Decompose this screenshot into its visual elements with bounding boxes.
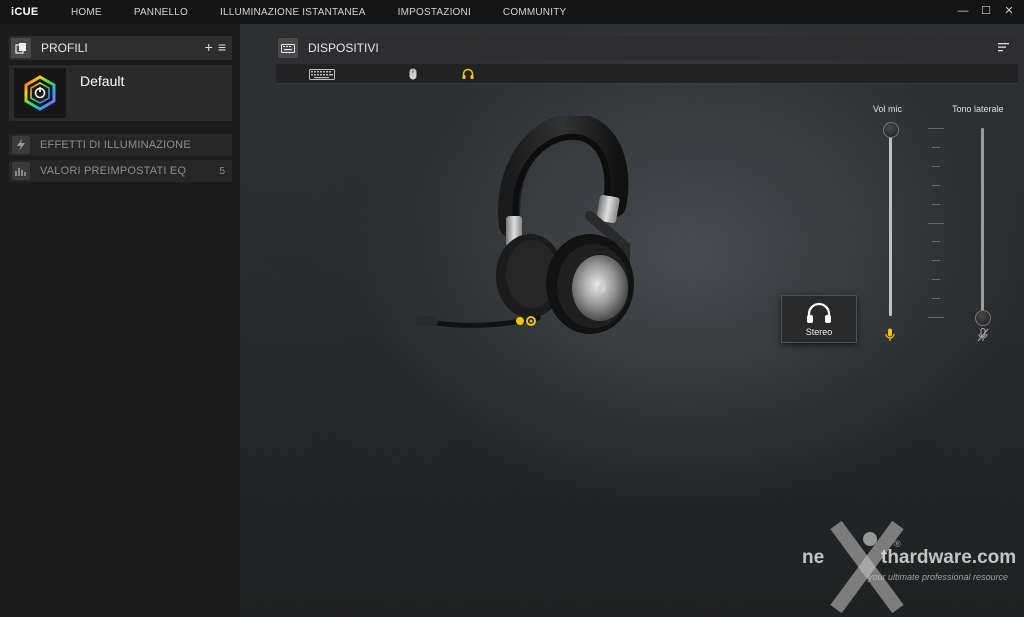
keyboard-header-icon	[278, 38, 298, 58]
scale-tick	[932, 298, 940, 300]
maximize-button[interactable]: ☐	[979, 3, 993, 19]
sidebar: PROFILI + ≡ Default EFFETTI DI ILLUMINAZ…	[0, 24, 240, 617]
mouse-icon[interactable]	[407, 66, 419, 82]
nav-community[interactable]: COMMUNITY	[503, 7, 566, 18]
devices-menu-icon[interactable]	[998, 40, 1010, 55]
sidebar-item-lighting-effects[interactable]: EFFETTI DI ILLUMINAZIONE	[9, 134, 232, 156]
watermark-brand-right: thardware.com	[881, 547, 1017, 568]
sidetone-track[interactable]	[981, 128, 984, 320]
sidetone-knob[interactable]	[975, 310, 991, 326]
minimize-button[interactable]: —	[956, 3, 970, 19]
headset-icon[interactable]	[461, 66, 475, 82]
eq-presets-count: 5	[219, 165, 225, 177]
scale-tick	[928, 222, 944, 224]
vol-mic-label: Vol mic	[873, 104, 903, 114]
app-logo: iCUE	[11, 6, 39, 18]
vol-mic-knob[interactable]	[883, 122, 899, 138]
watermark: ne thardware.com your ultimate professio…	[774, 517, 1024, 617]
watermark-tagline: your ultimate professional resource	[868, 572, 1009, 582]
vol-mic-track[interactable]	[889, 132, 892, 316]
sidebar-item-label: EFFETTI DI ILLUMINAZIONE	[40, 139, 191, 151]
nav-impostazioni[interactable]: IMPOSTAZIONI	[398, 7, 471, 18]
profiles-menu-button[interactable]: ≡	[218, 39, 226, 55]
scale-tick	[932, 260, 940, 262]
devices-header: DISPOSITIVI	[276, 36, 1018, 60]
mode-label: Stereo	[805, 327, 833, 337]
nav-illuminazione-istantanea[interactable]: ILLUMINAZIONE ISTANTANEA	[220, 7, 366, 18]
close-button[interactable]: ✕	[1002, 3, 1016, 19]
scale-tick	[932, 184, 940, 186]
scale-tick	[932, 203, 940, 205]
profiles-header: PROFILI + ≡	[9, 36, 232, 60]
scale-tick	[932, 241, 940, 243]
profile-name: Default	[80, 73, 125, 89]
nav-home[interactable]: HOME	[71, 7, 102, 18]
profiles-icon	[11, 38, 31, 58]
keyboard-icon[interactable]	[308, 66, 336, 82]
sidetone-mic-icon	[977, 328, 989, 347]
title-bar: iCUE HOME PANNELLO ILLUMINAZIONE ISTANTA…	[0, 0, 1024, 24]
scale-tick	[932, 279, 940, 281]
watermark-brand-left: ne	[802, 547, 825, 568]
headset-image	[410, 113, 650, 336]
stereo-mode-button[interactable]: Stereo	[781, 295, 857, 343]
window-controls: — ☐ ✕	[956, 3, 1016, 19]
lightning-icon	[12, 136, 30, 154]
microphone-icon	[885, 328, 895, 347]
equalizer-icon	[12, 162, 30, 180]
headphones-icon	[807, 302, 831, 323]
scale-tick	[928, 317, 944, 318]
scale-tick	[932, 165, 940, 167]
sidetone-label: Tono laterale	[952, 104, 1004, 114]
scale-tick	[932, 146, 940, 148]
watermark-registered: ®	[894, 539, 901, 549]
sidebar-item-label: VALORI PREIMPOSTATI EQ	[40, 165, 187, 177]
sidebar-item-eq-presets[interactable]: VALORI PREIMPOSTATI EQ 5	[9, 160, 232, 182]
add-profile-button[interactable]: +	[205, 39, 213, 55]
profiles-title: PROFILI	[41, 41, 88, 55]
profile-default[interactable]: Default	[9, 65, 232, 121]
main-area: DISPOSITIVI Stereo Vol mic Tono laterale…	[240, 24, 1024, 617]
nav-pannello[interactable]: PANNELLO	[134, 7, 188, 18]
devices-title: DISPOSITIVI	[308, 41, 379, 55]
scale-tick	[928, 128, 944, 129]
profile-icon	[14, 68, 66, 118]
device-tabs	[276, 64, 1018, 84]
